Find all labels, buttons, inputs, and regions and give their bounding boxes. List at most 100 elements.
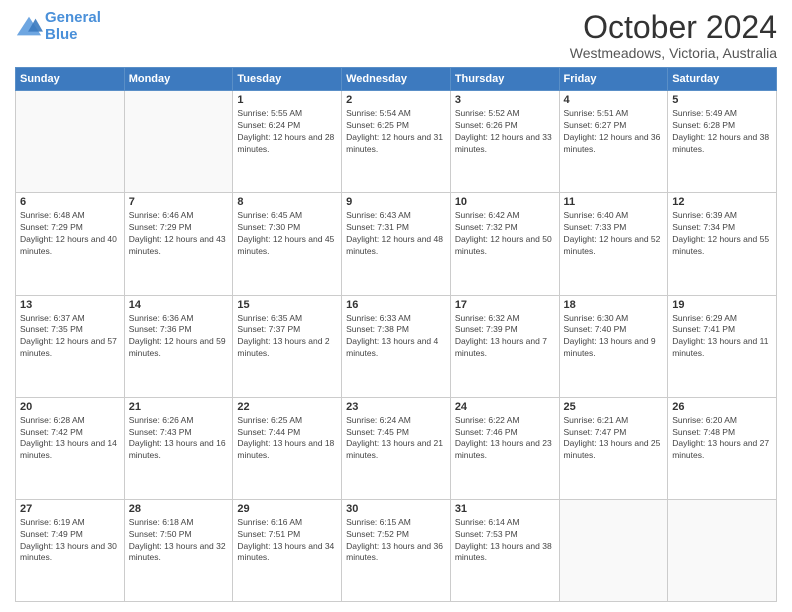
- day-number: 27: [20, 503, 120, 515]
- calendar-cell: 18Sunrise: 6:30 AMSunset: 7:40 PMDayligh…: [559, 295, 668, 397]
- day-number: 30: [346, 503, 446, 515]
- calendar-cell: 8Sunrise: 6:45 AMSunset: 7:30 PMDaylight…: [233, 193, 342, 295]
- day-number: 11: [564, 196, 664, 208]
- calendar-cell: [668, 499, 777, 601]
- week-row-1: 1 Sunrise: 5:55 AMSunset: 6:24 PMDaylight…: [16, 91, 777, 193]
- day-number: 7: [129, 196, 229, 208]
- calendar-cell: 19 Sunrise: 6:29 AMSunset: 7:41 PMDayligh…: [668, 295, 777, 397]
- day-info: Sunrise: 5:52 AMSunset: 6:26 PMDaylight:…: [455, 108, 555, 156]
- calendar-cell: 4Sunrise: 5:51 AMSunset: 6:27 PMDaylight…: [559, 91, 668, 193]
- calendar-header-tuesday: Tuesday: [233, 68, 342, 91]
- day-number: 13: [20, 299, 120, 311]
- day-number: 1: [237, 94, 337, 106]
- logo: General Blue: [15, 10, 101, 43]
- day-number: 24: [455, 401, 555, 413]
- week-row-2: 6Sunrise: 6:48 AMSunset: 7:29 PMDaylight…: [16, 193, 777, 295]
- calendar-cell: 17 Sunrise: 6:32 AMSunset: 7:39 PMDayligh…: [450, 295, 559, 397]
- calendar-cell: 25Sunrise: 6:21 AMSunset: 7:47 PMDayligh…: [559, 397, 668, 499]
- logo-icon: [15, 13, 43, 41]
- day-info: Sunrise: 5:54 AMSunset: 6:25 PMDaylight:…: [346, 108, 446, 156]
- main-title: October 2024: [570, 10, 777, 45]
- title-block: October 2024 Westmeadows, Victoria, Aust…: [570, 10, 777, 61]
- day-info: Sunrise: 6:18 AMSunset: 7:50 PMDaylight:…: [129, 517, 229, 565]
- day-info: Sunrise: 6:21 AMSunset: 7:47 PMDaylight:…: [564, 415, 664, 463]
- calendar-cell: [559, 499, 668, 601]
- calendar-table: SundayMondayTuesdayWednesdayThursdayFrid…: [15, 67, 777, 602]
- day-number: 21: [129, 401, 229, 413]
- calendar-cell: 7 Sunrise: 6:46 AMSunset: 7:29 PMDaylight…: [124, 193, 233, 295]
- day-number: 22: [237, 401, 337, 413]
- day-info: Sunrise: 6:40 AMSunset: 7:33 PMDaylight:…: [564, 210, 664, 258]
- day-info: Sunrise: 6:19 AMSunset: 7:49 PMDaylight:…: [20, 517, 120, 565]
- day-info: Sunrise: 6:24 AMSunset: 7:45 PMDaylight:…: [346, 415, 446, 463]
- calendar-cell: [124, 91, 233, 193]
- calendar-cell: 20 Sunrise: 6:28 AMSunset: 7:42 PMDayligh…: [16, 397, 125, 499]
- logo-text: General Blue: [45, 10, 101, 43]
- calendar-cell: 30 Sunrise: 6:15 AMSunset: 7:52 PMDayligh…: [342, 499, 451, 601]
- day-info: Sunrise: 6:33 AMSunset: 7:38 PMDaylight:…: [346, 313, 446, 361]
- day-number: 26: [672, 401, 772, 413]
- calendar-header-sunday: Sunday: [16, 68, 125, 91]
- week-row-3: 13 Sunrise: 6:37 AMSunset: 7:35 PMDayligh…: [16, 295, 777, 397]
- day-info: Sunrise: 6:32 AMSunset: 7:39 PMDaylight:…: [455, 313, 555, 361]
- calendar-cell: 26 Sunrise: 6:20 AMSunset: 7:48 PMDayligh…: [668, 397, 777, 499]
- day-info: Sunrise: 6:42 AMSunset: 7:32 PMDaylight:…: [455, 210, 555, 258]
- day-info: Sunrise: 6:39 AMSunset: 7:34 PMDaylight:…: [672, 210, 772, 258]
- day-number: 28: [129, 503, 229, 515]
- day-info: Sunrise: 6:36 AMSunset: 7:36 PMDaylight:…: [129, 313, 229, 361]
- day-info: Sunrise: 5:51 AMSunset: 6:27 PMDaylight:…: [564, 108, 664, 156]
- day-number: 6: [20, 196, 120, 208]
- day-info: Sunrise: 5:49 AMSunset: 6:28 PMDaylight:…: [672, 108, 772, 156]
- header: General Blue October 2024 Westmeadows, V…: [15, 10, 777, 61]
- calendar-header-row: SundayMondayTuesdayWednesdayThursdayFrid…: [16, 68, 777, 91]
- calendar-cell: 13 Sunrise: 6:37 AMSunset: 7:35 PMDayligh…: [16, 295, 125, 397]
- calendar-cell: 16 Sunrise: 6:33 AMSunset: 7:38 PMDayligh…: [342, 295, 451, 397]
- calendar-cell: 23 Sunrise: 6:24 AMSunset: 7:45 PMDayligh…: [342, 397, 451, 499]
- calendar-cell: 2 Sunrise: 5:54 AMSunset: 6:25 PMDaylight…: [342, 91, 451, 193]
- day-number: 10: [455, 196, 555, 208]
- day-info: Sunrise: 5:55 AMSunset: 6:24 PMDaylight:…: [237, 108, 337, 156]
- day-number: 12: [672, 196, 772, 208]
- calendar-cell: 12 Sunrise: 6:39 AMSunset: 7:34 PMDayligh…: [668, 193, 777, 295]
- calendar-cell: 10 Sunrise: 6:42 AMSunset: 7:32 PMDayligh…: [450, 193, 559, 295]
- day-info: Sunrise: 6:35 AMSunset: 7:37 PMDaylight:…: [237, 313, 337, 361]
- day-number: 3: [455, 94, 555, 106]
- calendar-cell: 11 Sunrise: 6:40 AMSunset: 7:33 PMDayligh…: [559, 193, 668, 295]
- day-info: Sunrise: 6:46 AMSunset: 7:29 PMDaylight:…: [129, 210, 229, 258]
- day-number: 20: [20, 401, 120, 413]
- calendar-cell: 1 Sunrise: 5:55 AMSunset: 6:24 PMDaylight…: [233, 91, 342, 193]
- calendar-cell: [16, 91, 125, 193]
- day-number: 16: [346, 299, 446, 311]
- day-info: Sunrise: 6:16 AMSunset: 7:51 PMDaylight:…: [237, 517, 337, 565]
- calendar-header-thursday: Thursday: [450, 68, 559, 91]
- day-number: 17: [455, 299, 555, 311]
- day-info: Sunrise: 6:29 AMSunset: 7:41 PMDaylight:…: [672, 313, 772, 361]
- day-info: Sunrise: 6:26 AMSunset: 7:43 PMDaylight:…: [129, 415, 229, 463]
- day-number: 19: [672, 299, 772, 311]
- day-info: Sunrise: 6:28 AMSunset: 7:42 PMDaylight:…: [20, 415, 120, 463]
- day-number: 14: [129, 299, 229, 311]
- day-number: 5: [672, 94, 772, 106]
- calendar-cell: 9Sunrise: 6:43 AMSunset: 7:31 PMDaylight…: [342, 193, 451, 295]
- calendar-cell: 27 Sunrise: 6:19 AMSunset: 7:49 PMDayligh…: [16, 499, 125, 601]
- calendar-cell: 6Sunrise: 6:48 AMSunset: 7:29 PMDaylight…: [16, 193, 125, 295]
- calendar-cell: 31Sunrise: 6:14 AMSunset: 7:53 PMDayligh…: [450, 499, 559, 601]
- week-row-5: 27 Sunrise: 6:19 AMSunset: 7:49 PMDayligh…: [16, 499, 777, 601]
- day-number: 9: [346, 196, 446, 208]
- subtitle: Westmeadows, Victoria, Australia: [570, 45, 777, 61]
- day-info: Sunrise: 6:37 AMSunset: 7:35 PMDaylight:…: [20, 313, 120, 361]
- calendar-header-friday: Friday: [559, 68, 668, 91]
- day-info: Sunrise: 6:45 AMSunset: 7:30 PMDaylight:…: [237, 210, 337, 258]
- calendar-cell: 29 Sunrise: 6:16 AMSunset: 7:51 PMDayligh…: [233, 499, 342, 601]
- day-info: Sunrise: 6:20 AMSunset: 7:48 PMDaylight:…: [672, 415, 772, 463]
- calendar-cell: 5 Sunrise: 5:49 AMSunset: 6:28 PMDaylight…: [668, 91, 777, 193]
- calendar-cell: 22Sunrise: 6:25 AMSunset: 7:44 PMDayligh…: [233, 397, 342, 499]
- week-row-4: 20 Sunrise: 6:28 AMSunset: 7:42 PMDayligh…: [16, 397, 777, 499]
- day-number: 23: [346, 401, 446, 413]
- day-info: Sunrise: 6:14 AMSunset: 7:53 PMDaylight:…: [455, 517, 555, 565]
- calendar-cell: 15 Sunrise: 6:35 AMSunset: 7:37 PMDayligh…: [233, 295, 342, 397]
- day-number: 29: [237, 503, 337, 515]
- day-number: 15: [237, 299, 337, 311]
- day-info: Sunrise: 6:15 AMSunset: 7:52 PMDaylight:…: [346, 517, 446, 565]
- day-number: 2: [346, 94, 446, 106]
